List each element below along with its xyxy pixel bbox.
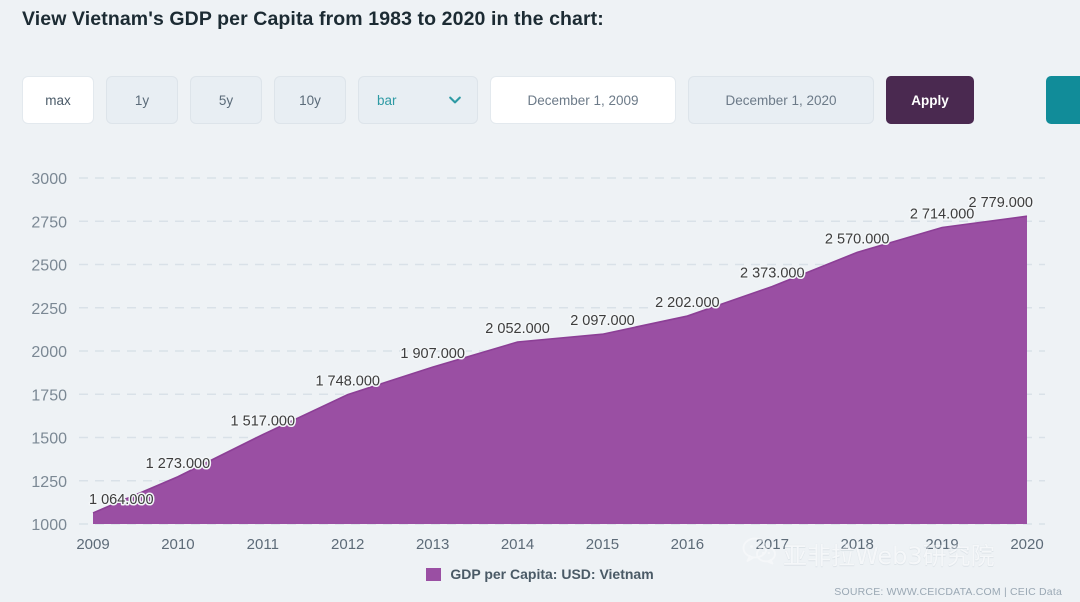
chart-type-value: bar [377,92,397,108]
get-this-data-button[interactable]: Get this data [1046,76,1080,124]
data-point-label: 1 273.000 [146,456,211,472]
x-axis-tick: 2015 [586,536,619,553]
y-axis-tick: 2250 [31,301,67,318]
date-from-value: December 1, 2009 [527,92,639,108]
chart-canvas: 3000 2750 2500 2250 2000 1750 1500 1250 1000 1 06… [31,171,1045,553]
x-axis-tick: 2012 [331,536,364,553]
x-axis-tick: 2018 [840,536,873,553]
x-axis-tick: 2009 [76,536,109,553]
y-axis-tick: 2500 [31,258,67,275]
date-to-value: December 1, 2020 [725,92,837,108]
chart-legend: GDP per Capita: USD: Vietnam [0,566,1080,582]
range-button-label: max [45,92,71,108]
area-series-gdp-per-capita[interactable] [93,216,1027,524]
apply-button-label: Apply [911,92,949,108]
data-point-label: 1 064.000 [89,492,154,508]
gdp-per-capita-area-chart[interactable]: 3000 2750 2500 2250 2000 1750 1500 1250 1000 1 06… [0,150,1080,602]
y-axis-tick: 1000 [31,517,67,534]
data-point-label: 1 907.000 [400,346,465,362]
range-button-10y[interactable]: 10y [274,76,346,124]
data-point-label: 1 517.000 [231,414,296,430]
date-from-input[interactable]: December 1, 2009 [490,76,676,124]
legend-label: GDP per Capita: USD: Vietnam [450,566,654,582]
y-axis-tick: 1750 [31,387,67,404]
range-button-label: 5y [218,92,234,108]
page-title: View Vietnam's GDP per Capita from 1983 … [22,8,604,30]
y-axis-tick: 2750 [31,214,67,231]
x-axis-tick: 2011 [247,536,279,553]
y-axis-tick: 3000 [31,171,67,188]
data-point-label: 2 714.000 [910,206,975,222]
y-axis-tick: 1500 [31,431,67,448]
x-axis-tick: 2017 [756,536,789,553]
range-button-5y[interactable]: 5y [190,76,262,124]
data-point-label: 2 373.000 [740,265,805,281]
x-axis-tick: 2010 [161,536,194,553]
data-point-label: 2 097.000 [570,313,635,329]
data-point-label: 2 779.000 [968,195,1033,211]
legend-swatch [426,567,442,581]
range-button-label: 10y [299,92,321,108]
data-point-label: 1 748.000 [315,374,380,390]
data-point-label: 2 052.000 [485,321,550,337]
date-to-input[interactable]: December 1, 2020 [688,76,874,124]
x-axis-tick: 2014 [501,536,534,553]
range-button-max[interactable]: max [22,76,94,124]
x-axis-tick: 2016 [671,536,704,553]
x-axis-tick: 2020 [1010,536,1043,553]
chart-source-note: SOURCE: WWW.CEICDATA.COM | CEIC Data [834,586,1062,598]
range-button-label: 1y [134,92,150,108]
x-axis-tick: 2019 [925,536,958,553]
apply-button[interactable]: Apply [886,76,974,124]
chart-type-select[interactable]: bar [358,76,478,124]
y-axis-tick: 2000 [31,344,67,361]
chevron-down-icon [447,92,463,108]
data-point-label: 2 570.000 [825,231,890,247]
range-button-1y[interactable]: 1y [106,76,178,124]
x-axis-tick: 2013 [416,536,449,553]
data-point-label: 2 202.000 [655,295,720,311]
chart-toolbar: max 1y 5y 10y bar December 1, 2009 Decem… [22,76,1080,124]
y-axis-tick: 1250 [31,474,67,491]
